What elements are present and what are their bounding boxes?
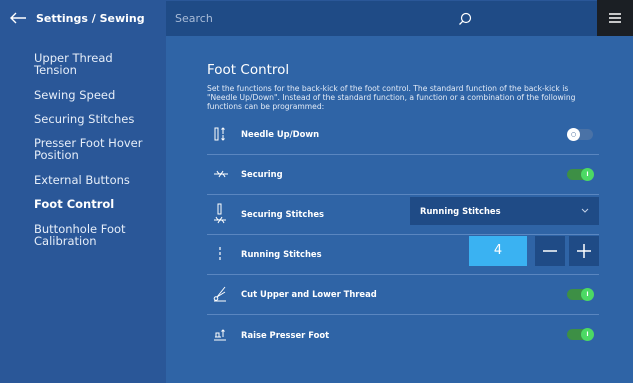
- search-bar: [166, 0, 597, 36]
- search-icon[interactable]: [455, 9, 475, 29]
- top-bar: Settings / Sewing: [0, 0, 633, 36]
- needle-up-down-icon: [207, 126, 241, 142]
- menu-button[interactable]: [597, 0, 633, 36]
- row-label: Needle Up/Down: [241, 129, 320, 140]
- row-label: Cut Upper and Lower Thread: [241, 289, 377, 300]
- plus-icon: [577, 243, 591, 258]
- arrow-left-icon[interactable]: [8, 8, 28, 28]
- toggle-on-icon: I: [581, 327, 594, 341]
- row-securing: Securing I: [207, 155, 599, 195]
- minus-icon: [543, 249, 557, 252]
- running-stitches-stepper: 4: [469, 235, 599, 266]
- securing-icon: [207, 169, 241, 179]
- breadcrumb: Settings / Sewing: [36, 11, 145, 25]
- sidebar: Upper Thread Tension Sewing Speed Securi…: [0, 36, 166, 383]
- sidebar-item-external-buttons[interactable]: External Buttons: [0, 174, 166, 186]
- decrement-button[interactable]: [535, 235, 565, 266]
- toggle-on-icon: I: [581, 287, 594, 301]
- raise-presser-foot-toggle[interactable]: I: [567, 327, 594, 341]
- header-left: Settings / Sewing: [0, 0, 166, 36]
- row-label: Raise Presser Foot: [241, 329, 330, 340]
- securing-stitches-dropdown[interactable]: Running Stitches: [410, 196, 599, 225]
- needle-up-down-toggle[interactable]: ○: [567, 127, 593, 141]
- function-list: Needle Up/Down ○ Securing I Securing Sti…: [207, 115, 599, 355]
- row-cut-thread: Cut Upper and Lower Thread I: [207, 275, 599, 315]
- page-description: Set the functions for the back-kick of t…: [207, 84, 576, 112]
- sidebar-item-upper-thread-tension[interactable]: Upper Thread Tension: [0, 52, 166, 76]
- search-input[interactable]: [175, 12, 455, 25]
- sidebar-item-presser-foot-hover-position[interactable]: Presser Foot Hover Position: [0, 137, 166, 161]
- cut-thread-toggle[interactable]: I: [567, 287, 594, 301]
- row-securing-stitches: Securing Stitches Running Stitches: [207, 195, 599, 235]
- securing-toggle[interactable]: I: [567, 167, 594, 181]
- chevron-down-icon: [581, 208, 589, 213]
- row-label: Securing: [241, 169, 283, 180]
- sidebar-item-buttonhole-foot-calibration[interactable]: Buttonhole Foot Calibration: [0, 223, 166, 247]
- page-title: Foot Control: [207, 62, 290, 78]
- running-stitches-icon: [207, 246, 241, 262]
- raise-presser-foot-icon: [207, 328, 241, 342]
- dropdown-value: Running Stitches: [420, 205, 501, 216]
- thread-cutter-icon: [207, 286, 241, 302]
- increment-button[interactable]: [569, 235, 599, 266]
- row-raise-presser-foot: Raise Presser Foot I: [207, 315, 599, 355]
- sidebar-item-securing-stitches[interactable]: Securing Stitches: [0, 113, 166, 125]
- securing-stitches-icon: [207, 203, 241, 225]
- stepper-value[interactable]: 4: [469, 235, 527, 266]
- toggle-on-icon: I: [581, 167, 594, 181]
- hamburger-icon: [609, 13, 621, 23]
- row-running-stitches: Running Stitches 4: [207, 235, 599, 275]
- sidebar-item-foot-control[interactable]: Foot Control: [0, 198, 166, 210]
- row-needle-up-down: Needle Up/Down ○: [207, 115, 599, 155]
- main-content: Foot Control Set the functions for the b…: [166, 36, 633, 383]
- toggle-off-icon: ○: [567, 127, 580, 141]
- sidebar-item-sewing-speed[interactable]: Sewing Speed: [0, 89, 166, 101]
